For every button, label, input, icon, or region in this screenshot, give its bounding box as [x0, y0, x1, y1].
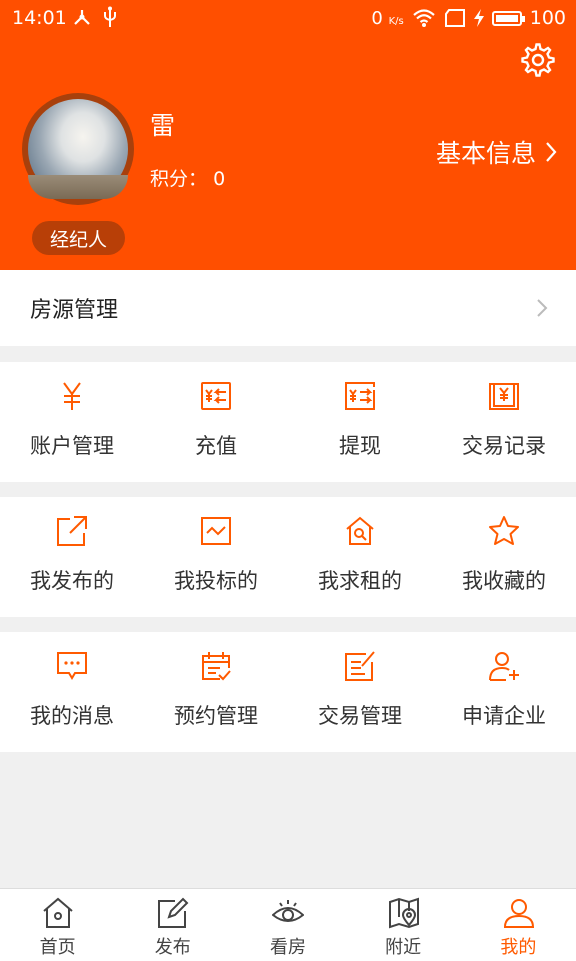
transaction-record-label: 交易记录 [462, 434, 546, 458]
nav-home[interactable]: 首页 [0, 889, 115, 961]
publish-icon [158, 897, 189, 928]
nav-publish[interactable]: 发布 [115, 889, 230, 961]
role-badge: 经纪人 [32, 221, 125, 255]
battery-icon [491, 10, 525, 26]
settings-gear-icon[interactable] [520, 42, 556, 78]
chevron-right-icon [537, 299, 548, 317]
listing-management-label: 房源管理 [30, 298, 119, 323]
eye-icon [272, 900, 305, 922]
withdraw-label: 提现 [339, 434, 381, 458]
charging-icon [473, 9, 484, 27]
apply-enterprise-label: 申请企业 [462, 704, 546, 728]
my-rental-requests-item[interactable]: 我求租的 [288, 497, 432, 617]
nav-mine-label: 我的 [500, 937, 537, 958]
nav-viewing[interactable]: 看房 [230, 889, 345, 961]
transaction-record-item[interactable]: 交易记录 [432, 362, 576, 482]
apply-enterprise-item[interactable]: 申请企业 [432, 632, 576, 752]
house-search-icon [346, 516, 374, 545]
home-icon [43, 897, 73, 928]
trend-icon [201, 517, 231, 545]
status-bar: 14:01 0 K/s 100 [0, 0, 576, 38]
avatar[interactable] [28, 99, 128, 199]
withdraw-icon [345, 382, 375, 410]
add-user-icon [489, 652, 519, 681]
listing-management-row[interactable]: 房源管理 [0, 270, 576, 346]
transaction-management-item[interactable]: 交易管理 [288, 632, 432, 752]
account-management-label: 账户管理 [30, 434, 114, 458]
status-left-icons [72, 6, 118, 28]
my-messages-label: 我的消息 [30, 704, 114, 728]
activity-section: 我发布的 我投标的 我求租的 我收藏的 [0, 497, 576, 617]
points-label: 积分： [150, 168, 208, 190]
recharge-label: 充值 [195, 434, 237, 458]
points-value: 0 [213, 168, 226, 190]
my-bids-label: 我投标的 [174, 569, 258, 593]
points: 积分： 0 [150, 164, 225, 191]
battery-level: 100 [529, 7, 566, 29]
transaction-record-icon [489, 383, 519, 410]
status-right: 0 K/s 100 [371, 7, 566, 29]
my-rental-requests-label: 我求租的 [318, 569, 402, 593]
account-management-item[interactable]: 账户管理 [0, 362, 144, 482]
star-icon [489, 516, 519, 545]
user-icon [503, 899, 534, 928]
external-link-icon [57, 516, 87, 546]
my-favorites-label: 我收藏的 [462, 569, 546, 593]
basic-info-label: 基本信息 [435, 139, 536, 168]
status-time: 14:01 [12, 7, 67, 29]
message-icon [57, 652, 87, 680]
nav-home-label: 首页 [39, 937, 76, 958]
nav-mine[interactable]: 我的 [461, 889, 576, 961]
transaction-management-label: 交易管理 [318, 704, 402, 728]
calendar-check-icon [202, 652, 231, 681]
nav-nearby[interactable]: 附近 [346, 889, 461, 961]
nav-nearby-label: 附近 [385, 937, 422, 958]
edit-doc-icon [345, 651, 375, 681]
my-favorites-item[interactable]: 我收藏的 [432, 497, 576, 617]
recharge-item[interactable]: 充值 [144, 362, 288, 482]
nav-publish-label: 发布 [154, 937, 191, 958]
bottom-nav: 首页 发布 看房 附近 我的 [0, 888, 576, 961]
network-share-icon [74, 10, 90, 25]
map-icon [388, 897, 419, 929]
recharge-icon [201, 382, 231, 410]
user-name: 雷 [150, 111, 176, 140]
withdraw-item[interactable]: 提现 [288, 362, 432, 482]
my-messages-item[interactable]: 我的消息 [0, 632, 144, 752]
network-speed: 0 K/s [371, 7, 404, 29]
management-section: 我的消息 预约管理 交易管理 申请企业 [0, 632, 576, 752]
sim-icon [444, 9, 465, 27]
finance-section: 账户管理 充值 提现 交易记录 [0, 362, 576, 482]
appointment-management-item[interactable]: 预约管理 [144, 632, 288, 752]
wifi-icon [412, 9, 435, 27]
my-published-label: 我发布的 [30, 569, 114, 593]
profile-header: 14:01 0 K/s 100 经纪人 雷 积分： 0 基本信息 [0, 0, 576, 270]
usb-icon [104, 6, 116, 27]
my-published-item[interactable]: 我发布的 [0, 497, 144, 617]
basic-info-link[interactable]: 基本信息 [436, 134, 558, 170]
yuan-icon [63, 382, 81, 410]
appointment-management-label: 预约管理 [174, 704, 258, 728]
my-bids-item[interactable]: 我投标的 [144, 497, 288, 617]
chevron-right-icon [546, 142, 557, 162]
nav-viewing-label: 看房 [269, 937, 306, 958]
avatar-ring[interactable] [22, 93, 134, 205]
